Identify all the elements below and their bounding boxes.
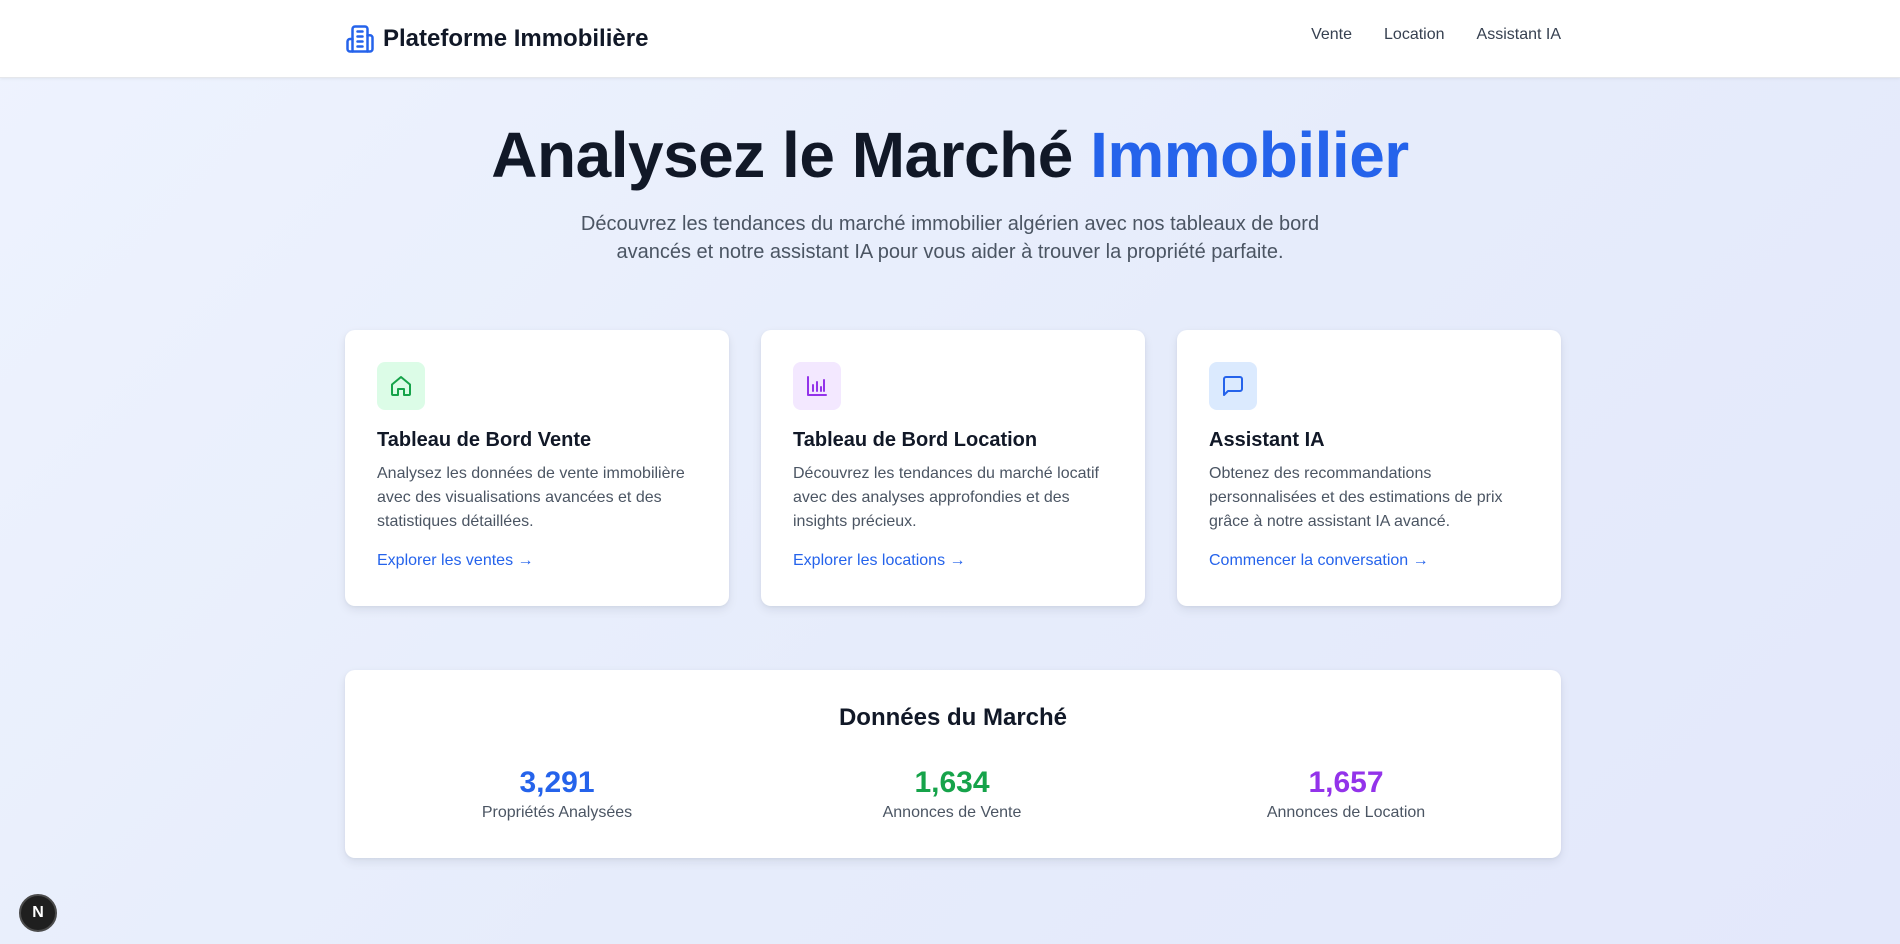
brand-title: Plateforme Immobilière — [383, 25, 649, 52]
hero-title-main: Analysez le Marché — [491, 119, 1091, 191]
nav-link-location[interactable]: Location — [1384, 26, 1445, 44]
card-description: Analysez les données de vente immobilièr… — [377, 465, 685, 530]
hero-title-accent: Immobilier — [1090, 119, 1409, 191]
card-sales-dashboard: Tableau de Bord Vente Analysez les donné… — [345, 330, 729, 606]
stat-label: Annonces de Location — [1266, 804, 1426, 821]
stat-properties-analyzed: 3,291 Propriétés Analysées — [407, 766, 707, 822]
hero-title: Analysez le Marché Immobilier — [0, 118, 1900, 192]
main-nav: Vente Location Assistant IA — [1311, 26, 1561, 44]
explore-sales-link[interactable]: Explorer les ventes → — [377, 552, 534, 570]
building-icon — [345, 23, 375, 55]
card-title: Tableau de Bord Location — [793, 429, 1038, 451]
message-icon — [1209, 362, 1257, 410]
dev-tools-badge[interactable]: N — [19, 894, 57, 932]
stat-sale-listings: 1,634 Annonces de Vente — [802, 766, 1102, 822]
stat-value: 1,634 — [914, 766, 990, 799]
hero-subtitle: Découvrez les tendances du marché immobi… — [580, 213, 1320, 263]
nav-link-vente[interactable]: Vente — [1311, 26, 1352, 44]
card-title: Tableau de Bord Vente — [377, 429, 592, 451]
explore-rentals-link[interactable]: Explorer les locations → — [793, 552, 966, 570]
brand[interactable]: Plateforme Immobilière — [345, 22, 648, 56]
home-icon — [377, 362, 425, 410]
start-conversation-link[interactable]: Commencer la conversation → — [1209, 552, 1429, 570]
card-title: Assistant IA — [1209, 429, 1325, 451]
stat-value: 3,291 — [519, 766, 595, 799]
market-title: Données du Marché — [838, 704, 1068, 731]
stat-label: Propriétés Analysées — [481, 804, 633, 821]
market-data-panel: Données du Marché 3,291 Propriétés Analy… — [345, 670, 1561, 858]
stat-value: 1,657 — [1308, 766, 1384, 799]
nav-link-assistant-ia[interactable]: Assistant IA — [1477, 26, 1561, 44]
top-navbar: Plateforme Immobilière Vente Location As… — [0, 0, 1900, 78]
stat-rental-listings: 1,657 Annonces de Location — [1196, 766, 1496, 822]
card-description: Obtenez des recommandations personnalisé… — [1209, 465, 1503, 530]
card-ai-assistant: Assistant IA Obtenez des recommandations… — [1177, 330, 1561, 606]
stat-label: Annonces de Vente — [882, 804, 1022, 821]
card-description: Découvrez les tendances du marché locati… — [793, 465, 1099, 530]
card-rental-dashboard: Tableau de Bord Location Découvrez les t… — [761, 330, 1145, 606]
bar-chart-icon — [793, 362, 841, 410]
